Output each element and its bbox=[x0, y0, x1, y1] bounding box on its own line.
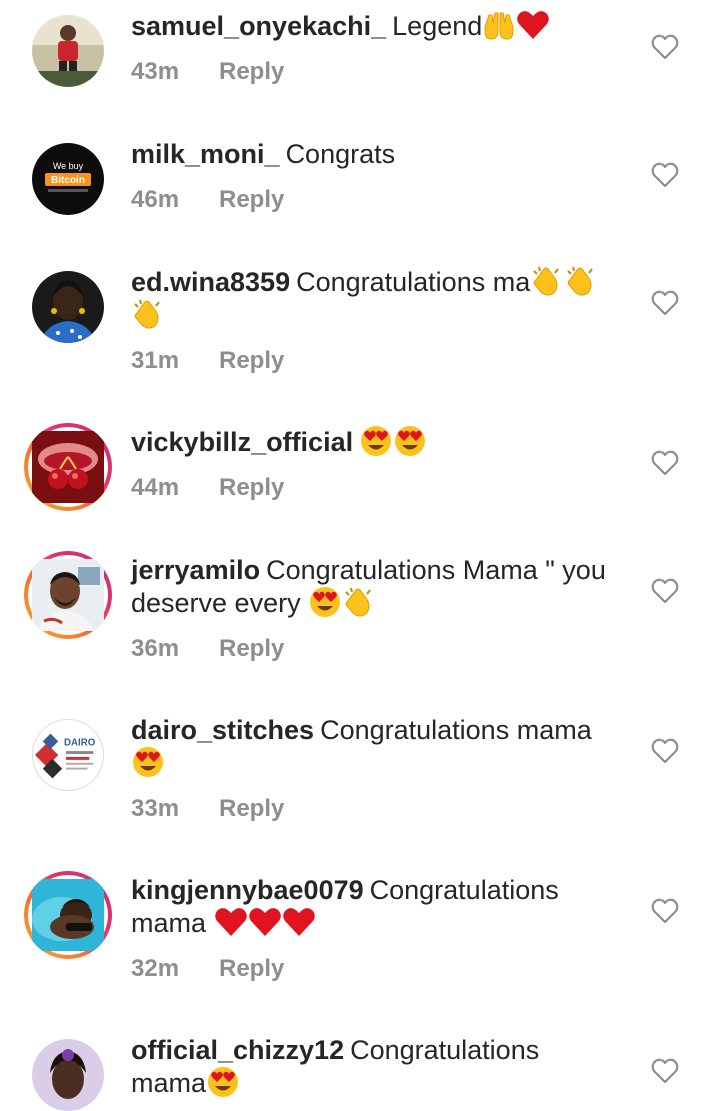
comment-body: Congrats bbox=[285, 139, 396, 169]
comment-time: 44m bbox=[131, 474, 180, 501]
username[interactable]: milk_moni_ bbox=[131, 139, 280, 169]
comment-time: 33m bbox=[131, 795, 180, 822]
comment-time: 36m bbox=[131, 635, 180, 662]
clapping-hands-icon bbox=[530, 265, 564, 297]
comment-meta: 44m Reply bbox=[131, 474, 284, 502]
comment-meta: 31m Reply bbox=[131, 347, 284, 375]
username[interactable]: official_chizzy12 bbox=[131, 1035, 344, 1065]
avatar-text-line1: We buy bbox=[53, 161, 84, 171]
avatar[interactable] bbox=[32, 1039, 104, 1111]
comment-text: jerryamilo Congratulations Mama " you des… bbox=[131, 554, 621, 620]
clapping-hands-icon bbox=[342, 586, 376, 618]
username[interactable]: dairo_stitches bbox=[131, 715, 314, 745]
like-heart-icon[interactable] bbox=[651, 290, 679, 316]
comment-body: Legend bbox=[392, 11, 483, 41]
comment-meta: 36m Reply bbox=[131, 635, 284, 663]
red-heart-icon bbox=[516, 9, 550, 41]
like-heart-icon[interactable] bbox=[651, 1058, 679, 1084]
heart-eyes-icon bbox=[308, 586, 342, 618]
heart-eyes-icon bbox=[206, 1066, 240, 1098]
comment-text: milk_moni_ Congrats bbox=[131, 138, 621, 171]
comment-text: official_chizzy12 Congratulations mama bbox=[131, 1034, 621, 1100]
username[interactable]: ed.wina8359 bbox=[131, 267, 290, 297]
clapping-hands-icon bbox=[564, 265, 598, 297]
like-heart-icon[interactable] bbox=[651, 34, 679, 60]
avatar-with-story-ring[interactable] bbox=[24, 423, 112, 511]
avatar-text-line2: Bitcoin bbox=[51, 175, 85, 186]
username[interactable]: kingjennybae0079 bbox=[131, 875, 364, 905]
comment-text: dairo_stitches Congratulations mama bbox=[131, 714, 621, 780]
comment-meta: 33m Reply bbox=[131, 795, 284, 823]
like-heart-icon[interactable] bbox=[651, 898, 679, 924]
reply-button[interactable]: Reply bbox=[219, 186, 284, 214]
like-heart-icon[interactable] bbox=[651, 162, 679, 188]
reply-button[interactable]: Reply bbox=[219, 58, 284, 86]
like-heart-icon[interactable] bbox=[651, 450, 679, 476]
avatar-with-story-ring[interactable] bbox=[24, 551, 112, 639]
comment-time: 31m bbox=[131, 347, 180, 374]
red-heart-icon bbox=[248, 906, 282, 938]
comment-text: samuel_onyekachi_ Legend bbox=[131, 10, 621, 43]
like-heart-icon[interactable] bbox=[651, 578, 679, 604]
comment-text: ed.wina8359 Congratulations ma bbox=[131, 266, 621, 332]
raised-hands-icon bbox=[482, 9, 516, 41]
comment-meta: 43m Reply bbox=[131, 58, 284, 86]
username[interactable]: jerryamilo bbox=[131, 555, 260, 585]
comment-body: Congratulations mama bbox=[320, 715, 592, 745]
heart-eyes-icon bbox=[393, 425, 427, 457]
username[interactable]: samuel_onyekachi_ bbox=[131, 11, 386, 41]
clapping-hands-icon bbox=[131, 298, 165, 330]
comment-time: 32m bbox=[131, 955, 180, 982]
reply-button[interactable]: Reply bbox=[219, 474, 284, 502]
comment-time: 46m bbox=[131, 186, 180, 213]
comment-text: kingjennybae0079 Congratulations mama bbox=[131, 874, 621, 940]
reply-button[interactable]: Reply bbox=[219, 955, 284, 983]
comment-text: vickybillz_official bbox=[131, 425, 621, 459]
avatar[interactable] bbox=[32, 15, 104, 87]
avatar[interactable]: We buy Bitcoin bbox=[32, 143, 104, 215]
comment-time: 43m bbox=[131, 58, 180, 85]
reply-button[interactable]: Reply bbox=[219, 795, 284, 823]
comment-meta: 32m Reply bbox=[131, 955, 284, 983]
comment-meta: 46m Reply bbox=[131, 186, 284, 214]
red-heart-icon bbox=[282, 906, 316, 938]
avatar-brand-text: DAIRO bbox=[64, 737, 96, 748]
avatar[interactable]: DAIRO bbox=[32, 719, 104, 791]
username[interactable]: vickybillz_official bbox=[131, 427, 353, 457]
comment-body: Congratulations ma bbox=[296, 267, 531, 297]
heart-eyes-icon bbox=[359, 425, 393, 457]
heart-eyes-icon bbox=[131, 746, 165, 778]
reply-button[interactable]: Reply bbox=[219, 347, 284, 375]
avatar-with-story-ring[interactable] bbox=[24, 871, 112, 959]
reply-button[interactable]: Reply bbox=[219, 635, 284, 663]
avatar[interactable] bbox=[32, 271, 104, 343]
like-heart-icon[interactable] bbox=[651, 738, 679, 764]
red-heart-icon bbox=[214, 906, 248, 938]
